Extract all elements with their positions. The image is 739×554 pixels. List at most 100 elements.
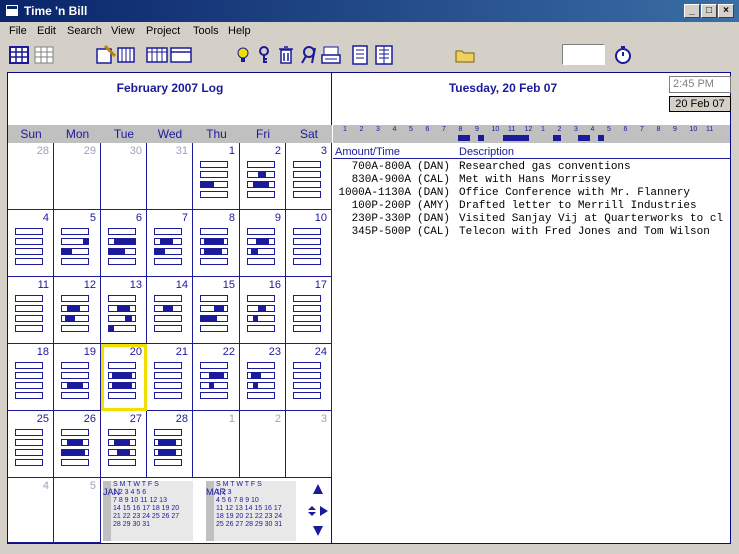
day-cell[interactable]: 28 [8, 143, 54, 210]
col-description[interactable]: Description [459, 146, 514, 158]
mini-calendar-jan[interactable]: JAN S M T W T F S 1 2 3 4 5 6 7 8 9 10 1… [103, 481, 193, 541]
usage-bar [15, 362, 43, 369]
columns-icon[interactable] [115, 44, 137, 66]
ruler-busy-block [523, 135, 529, 141]
folder-icon[interactable] [454, 44, 476, 66]
entry-row[interactable]: 230P-330P (DAN) Visited Sanjay Vij at Quar… [333, 213, 730, 226]
day-number: 3 [320, 413, 327, 425]
week-view-icon[interactable] [146, 44, 168, 66]
day-cell[interactable]: 19 [54, 344, 101, 411]
search-icon[interactable] [300, 44, 322, 66]
day-cell[interactable]: 7 [147, 210, 193, 277]
trash-icon[interactable] [275, 44, 297, 66]
menu-view[interactable]: View [111, 25, 135, 37]
minimize-button[interactable]: _ [684, 4, 700, 18]
day-cell[interactable]: 25 [8, 411, 54, 478]
day-cell[interactable]: 13 [101, 277, 147, 344]
day-cell[interactable]: 2 [240, 143, 286, 210]
entry-time: 100P-200P [344, 200, 411, 212]
usage-segment [67, 440, 83, 445]
day-cell[interactable]: 5 [54, 478, 101, 543]
day-cell[interactable]: 14 [147, 277, 193, 344]
print-icon[interactable] [320, 44, 342, 66]
ruler-busy-block [478, 135, 484, 141]
entry-staff: (CAL) [417, 174, 451, 186]
day-cell[interactable]: 15 [193, 277, 240, 344]
calendar-edit-icon[interactable] [95, 44, 117, 66]
usage-bar [108, 258, 136, 265]
usage-bar [247, 171, 275, 178]
day-cell[interactable]: 1 [193, 143, 240, 210]
day-cell[interactable]: 4 [8, 210, 54, 277]
entry-row[interactable]: 100P-200P (AMY) Drafted letter to Merrill … [333, 200, 730, 213]
usage-segment [155, 249, 166, 254]
month-view-icon[interactable] [8, 44, 30, 66]
day-cell[interactable]: 1 [193, 411, 240, 478]
entry-row[interactable]: 345P-500P (CAL) Telecon with Fred Jones an… [333, 226, 730, 239]
grid-view-icon[interactable] [33, 44, 55, 66]
day-cell[interactable]: 11 [8, 277, 54, 344]
close-button[interactable]: × [718, 4, 734, 18]
menu-help[interactable]: Help [228, 25, 251, 37]
entry-row[interactable]: 700A-800A (DAN) Researched gas conventions [333, 161, 730, 174]
menu-file[interactable]: File [9, 25, 27, 37]
day-cell[interactable]: 28 [147, 411, 193, 478]
usage-bar [200, 372, 228, 379]
day-cell[interactable]: 27 [101, 411, 147, 478]
day-cell[interactable]: 23 [240, 344, 286, 411]
usage-bar [154, 305, 182, 312]
day-cell[interactable]: 10 [286, 210, 332, 277]
menu-project[interactable]: Project [146, 25, 180, 37]
day-cell[interactable]: 4 [8, 478, 54, 543]
date-button[interactable]: 20 Feb 07 [669, 96, 731, 112]
day-cell[interactable]: 12 [54, 277, 101, 344]
entry-row[interactable]: 1000A-1130A (DAN) Office Conference with M… [333, 187, 730, 200]
scroll-down-icon[interactable] [312, 525, 324, 537]
day-title: Tuesday, 20 Feb 07 [448, 81, 558, 95]
day-cell[interactable]: 3 [286, 411, 332, 478]
usage-bar [15, 305, 43, 312]
scroll-up-icon[interactable] [312, 483, 324, 495]
day-cell[interactable]: 3 [286, 143, 332, 210]
usage-bar [15, 238, 43, 245]
day-cell[interactable]: 20 [101, 344, 147, 411]
entry-time: 345P-500P [344, 226, 411, 238]
day-cell[interactable]: 24 [286, 344, 332, 411]
menu-search[interactable]: Search [67, 25, 102, 37]
day-cell[interactable]: 21 [147, 344, 193, 411]
notes-icon[interactable] [349, 44, 371, 66]
day-number: 8 [228, 212, 235, 224]
mini-calendar-mar[interactable]: MAR S M T W T F S 1 2 3 4 5 6 7 8 9 10 1… [206, 481, 296, 541]
usage-segment [250, 373, 261, 378]
day-cell[interactable]: 22 [193, 344, 240, 411]
menu-tools[interactable]: Tools [193, 25, 219, 37]
day-cell[interactable]: 6 [101, 210, 147, 277]
stopwatch-icon[interactable] [612, 44, 634, 66]
ruler-tick: 6 [425, 126, 430, 133]
usage-bar [247, 382, 275, 389]
maximize-button[interactable]: □ [701, 4, 717, 18]
day-cell[interactable]: 18 [8, 344, 54, 411]
report-icon[interactable] [373, 44, 395, 66]
day-cell[interactable]: 26 [54, 411, 101, 478]
time-field[interactable]: 2:45 PM [669, 76, 731, 93]
usage-bar [293, 325, 321, 332]
col-amount-time[interactable]: Amount/Time [335, 146, 400, 158]
key-icon[interactable] [253, 44, 275, 66]
day-cell[interactable]: 30 [101, 143, 147, 210]
day-cell[interactable]: 16 [240, 277, 286, 344]
menu-edit[interactable]: Edit [37, 25, 56, 37]
day-view-icon[interactable] [170, 44, 192, 66]
day-cell[interactable]: 31 [147, 143, 193, 210]
entry-row[interactable]: 830A-900A (CAL) Met with Hans Morrissey [333, 174, 730, 187]
day-cell[interactable]: 8 [193, 210, 240, 277]
usage-bar [200, 238, 228, 245]
scroll-updown-right-icon[interactable] [308, 505, 330, 517]
day-cell[interactable]: 5 [54, 210, 101, 277]
day-cell[interactable]: 2 [240, 411, 286, 478]
timer-field[interactable] [562, 44, 605, 65]
day-cell[interactable]: 29 [54, 143, 101, 210]
day-cell[interactable]: 17 [286, 277, 332, 344]
day-cell[interactable]: 9 [240, 210, 286, 277]
lightbulb-icon[interactable] [232, 44, 254, 66]
